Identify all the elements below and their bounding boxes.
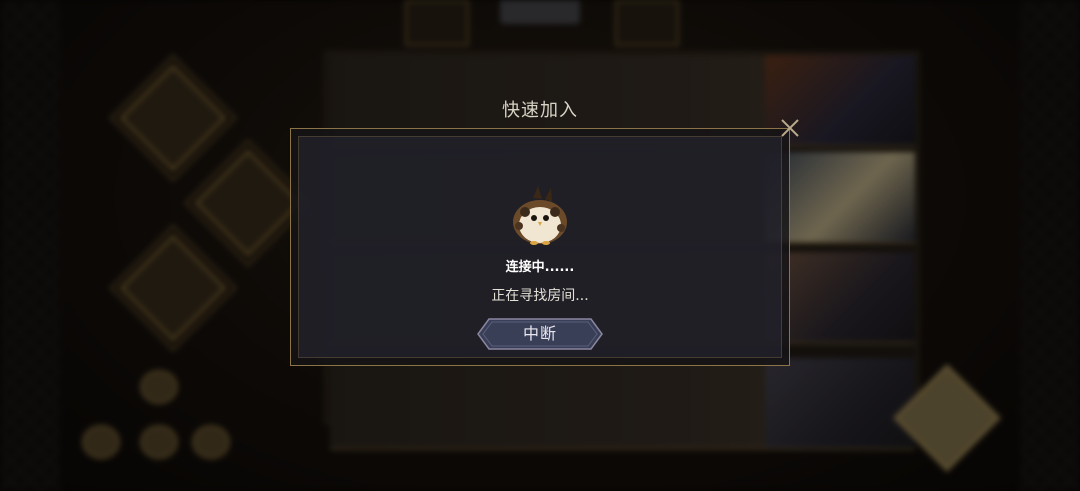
connecting-status: 连接中...... xyxy=(505,260,575,275)
abort-button-label: 中断 xyxy=(522,324,557,343)
abort-button[interactable]: 中断 xyxy=(477,318,603,350)
owl-mascot-icon xyxy=(505,182,575,248)
dialog-title: 快速加入 xyxy=(502,100,578,121)
close-icon[interactable] xyxy=(777,115,803,141)
searching-room-text: 正在寻找房间... xyxy=(491,288,589,304)
